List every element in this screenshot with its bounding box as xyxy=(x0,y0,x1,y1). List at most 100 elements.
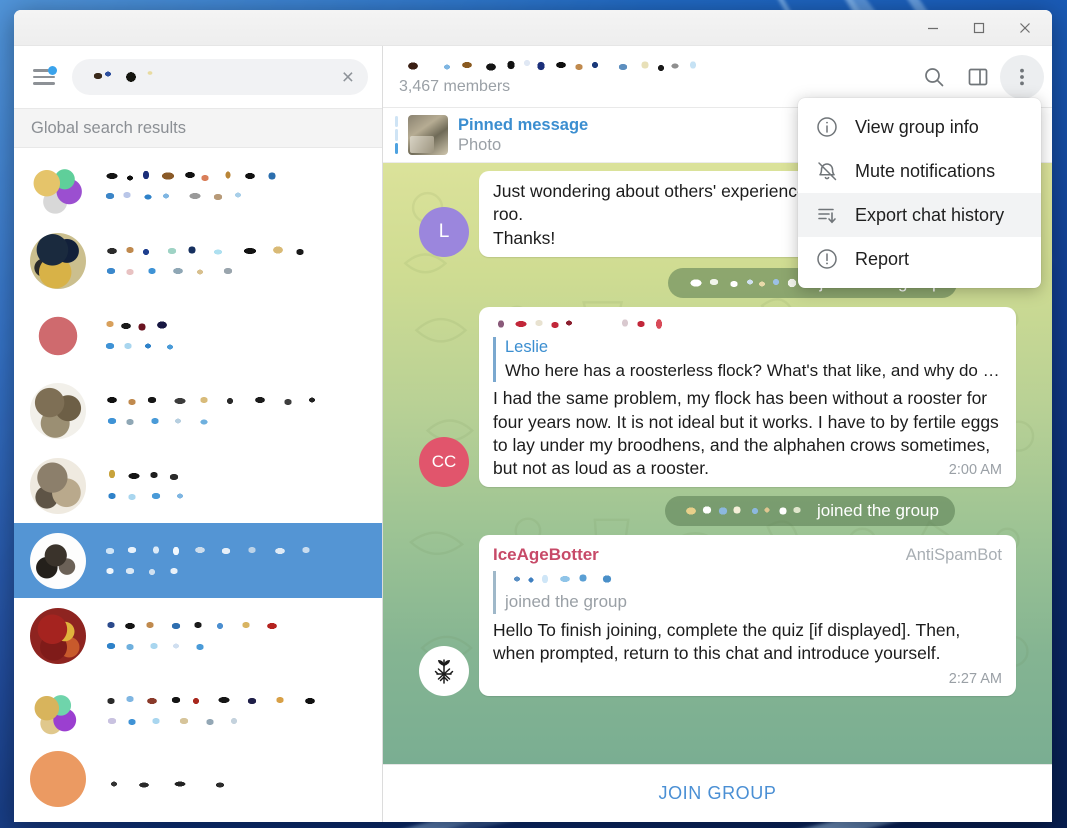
redacted-subtitle xyxy=(100,265,368,277)
list-item[interactable] xyxy=(14,148,382,223)
minimize-button[interactable] xyxy=(910,11,956,45)
global-search-results-label: Global search results xyxy=(31,118,186,137)
message-bubble[interactable]: Leslie Who here has a roosterless flock?… xyxy=(479,306,1016,488)
redacted-title xyxy=(100,619,368,633)
pinned-texts: Pinned message Photo xyxy=(458,116,588,155)
list-item[interactable] xyxy=(14,223,382,298)
menu-item-label: View group info xyxy=(855,116,979,137)
message-line: roo. xyxy=(493,204,524,225)
info-icon xyxy=(814,114,840,140)
bot-header: IceAgeBotter AntiSpamBot xyxy=(493,544,1002,567)
bot-name: IceAgeBotter xyxy=(493,545,599,565)
more-options-icon[interactable] xyxy=(1000,54,1044,99)
redacted-subtitle xyxy=(100,190,368,202)
list-item[interactable] xyxy=(14,298,382,373)
message-line: Just wondering about others' experiences xyxy=(493,181,816,201)
redacted-title xyxy=(100,469,368,483)
quote-text: joined the group xyxy=(505,592,627,612)
list-item-selected[interactable] xyxy=(14,523,382,598)
avatar xyxy=(30,157,86,214)
member-count: 3,467 members xyxy=(399,78,511,95)
maximize-button[interactable] xyxy=(956,11,1002,45)
list-item-text xyxy=(100,169,368,202)
pinned-indicator xyxy=(395,116,398,154)
quote-author: Leslie xyxy=(505,337,549,356)
search-icon[interactable] xyxy=(912,55,956,99)
avatar: L xyxy=(419,206,469,257)
message-text: Hello To finish joining, complete the qu… xyxy=(493,619,1002,687)
redacted-title xyxy=(100,774,368,788)
message-bubble[interactable]: IceAgeBotter AntiSpamBot joined the grou… xyxy=(479,535,1016,696)
service-text: joined the group xyxy=(817,501,939,521)
redacted-title xyxy=(100,319,368,333)
pinned-photo-thumbnail xyxy=(408,115,448,155)
redacted-subtitle xyxy=(100,715,368,727)
list-item-text xyxy=(100,394,368,427)
menu-item-label: Report xyxy=(855,248,910,269)
hamburger-icon[interactable] xyxy=(26,59,62,95)
redacted-subtitle xyxy=(100,640,368,652)
global-search-results-header: Global search results xyxy=(14,108,382,148)
redacted-title xyxy=(100,544,368,558)
message-bubble[interactable]: Just wondering about others' experiences… xyxy=(479,171,830,257)
close-button[interactable] xyxy=(1002,11,1048,45)
bot-tag: AntiSpamBot xyxy=(905,546,1002,565)
list-item[interactable] xyxy=(14,673,382,748)
sidebar-toggle-icon[interactable] xyxy=(956,55,1000,99)
list-item[interactable] xyxy=(14,373,382,448)
menu-item-export-chat-history[interactable]: Export chat history xyxy=(798,193,1041,237)
list-item-text xyxy=(100,544,368,577)
quote-text: Who here has a roosterless flock? What's… xyxy=(505,360,1000,380)
avatar xyxy=(30,682,86,739)
redacted-subtitle xyxy=(100,490,368,502)
export-icon xyxy=(814,202,840,228)
avatar xyxy=(30,532,86,589)
report-icon xyxy=(814,246,840,272)
redacted-subtitle xyxy=(100,340,368,352)
message-text: I had the same problem, my flock has bee… xyxy=(493,387,1002,480)
message-time: 2:00 AM xyxy=(948,462,1002,479)
menu-item-view-group-info[interactable]: View group info xyxy=(798,105,1041,149)
telegram-window: × Global search results 3,467 members Pi… xyxy=(14,10,1052,822)
join-group-button[interactable]: JOIN GROUP xyxy=(658,783,776,804)
snowflake-plant-icon xyxy=(434,659,454,684)
list-item-text xyxy=(100,619,368,652)
list-item[interactable] xyxy=(14,448,382,523)
avatar: CC xyxy=(419,437,469,488)
list-item[interactable] xyxy=(14,598,382,673)
avatar xyxy=(30,751,86,807)
chat-pane: 3,467 members Pinned message Photo L Jus… xyxy=(383,46,1052,822)
redacted-username xyxy=(683,274,812,291)
search-input[interactable]: × xyxy=(72,59,368,95)
redacted-subtitle xyxy=(100,415,368,427)
message-row: CC Leslie Who here has a roosterless flo… xyxy=(419,306,1016,488)
list-item-text xyxy=(100,774,368,788)
menu-item-report[interactable]: Report xyxy=(798,237,1041,281)
clear-search-button[interactable]: × xyxy=(340,67,356,88)
message-time: 2:27 AM xyxy=(948,670,1002,687)
avatar xyxy=(30,307,86,364)
redacted-title xyxy=(100,394,368,408)
redacted-quote-author xyxy=(505,571,1002,588)
avatar xyxy=(30,607,86,664)
list-item-text xyxy=(100,244,368,277)
mute-icon xyxy=(814,158,840,184)
search-results-list xyxy=(14,148,382,822)
menu-item-mute-notifications[interactable]: Mute notifications xyxy=(798,149,1041,193)
group-title-redacted xyxy=(399,57,699,74)
avatar xyxy=(419,645,469,696)
avatar xyxy=(30,382,86,439)
context-menu: View group info Mute notifications Expor… xyxy=(798,98,1041,288)
pinned-subtitle: Photo xyxy=(458,135,502,154)
avatar xyxy=(30,457,86,514)
notification-dot xyxy=(48,66,57,75)
avatar xyxy=(30,232,86,289)
quoted-message[interactable]: Leslie Who here has a roosterless flock?… xyxy=(493,336,1002,383)
quoted-message[interactable]: joined the group xyxy=(493,571,1002,614)
join-group-bar[interactable]: JOIN GROUP xyxy=(383,764,1052,822)
search-query-redacted xyxy=(88,67,332,87)
list-item[interactable] xyxy=(14,748,382,807)
list-item-text xyxy=(100,469,368,502)
menu-item-label: Mute notifications xyxy=(855,160,996,181)
sidebar: × Global search results xyxy=(14,46,383,822)
